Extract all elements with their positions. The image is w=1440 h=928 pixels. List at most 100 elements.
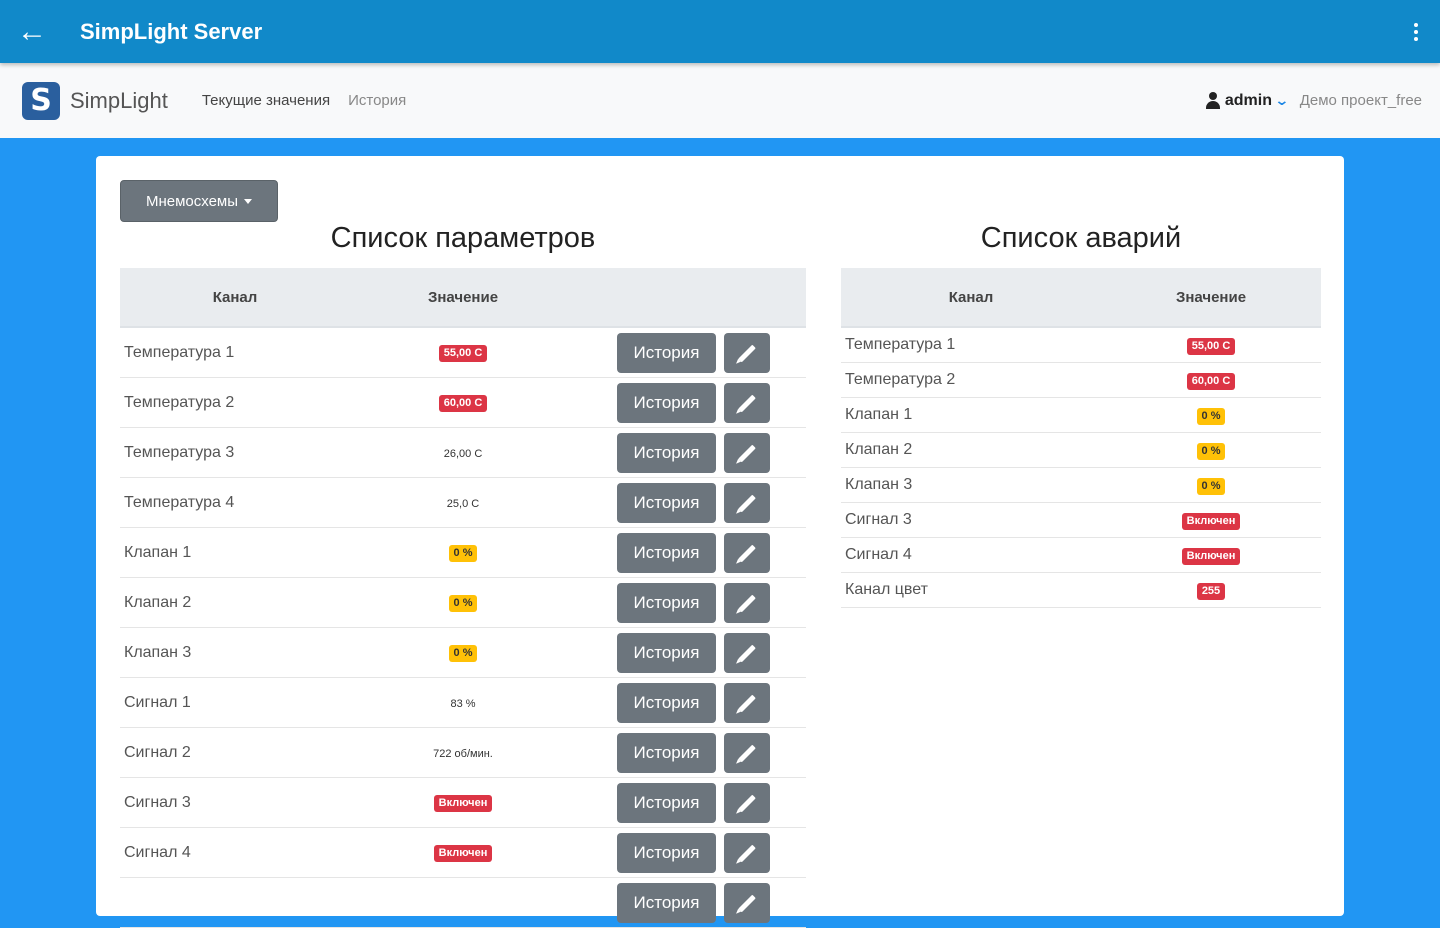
table-row: Температура 3 26,00 С История — [120, 427, 806, 478]
project-name[interactable]: Демо проект_free — [1300, 92, 1422, 109]
row-actions: История — [576, 377, 806, 428]
channel-name: Клапан 1 — [120, 527, 350, 578]
navbar: S SimpLight Текущие значения История adm… — [0, 63, 1440, 138]
params-header-actions — [576, 268, 806, 328]
more-vert-icon[interactable] — [1402, 14, 1430, 50]
channel-name: Сигнал 3 — [841, 502, 1101, 538]
content-panel: Мнемосхемы Список параметров Список авар… — [96, 156, 1344, 928]
alarms-value-cell: 0 % — [1101, 397, 1321, 433]
caret-down-icon — [244, 198, 253, 204]
user-dropdown[interactable]: admin ⌄ — [1205, 91, 1289, 110]
channel-name: Клапан 2 — [120, 577, 350, 628]
alarms-value-cell: 0 % — [1101, 432, 1321, 468]
history-button[interactable]: История — [617, 632, 716, 673]
table-row: Температура 2 60,00 С История — [120, 377, 806, 428]
edit-button[interactable] — [724, 832, 770, 873]
row-actions: История — [576, 777, 806, 828]
edit-button[interactable] — [724, 882, 770, 923]
channel-name: Сигнал 4 — [841, 537, 1101, 573]
alarms-value-cell: 255 — [1101, 572, 1321, 608]
edit-button[interactable] — [724, 732, 770, 773]
params-value-cell: 25,0 С — [350, 477, 576, 528]
params-header-channel: Канал — [120, 268, 350, 328]
history-button[interactable]: История — [617, 882, 716, 923]
value-badge: 0 % — [448, 545, 478, 562]
value-badge: 255 — [1196, 582, 1226, 600]
params-value-cell: 0 % — [350, 627, 576, 678]
edit-button[interactable] — [724, 632, 770, 673]
history-button[interactable]: История — [617, 782, 716, 823]
params-value-cell: Включен — [350, 777, 576, 828]
table-row: Клапан 2 0 % — [841, 432, 1321, 468]
mnemo-dropdown-button[interactable]: Мнемосхемы — [120, 180, 278, 222]
channel-name: Клапан 3 — [120, 627, 350, 678]
row-actions: История — [576, 627, 806, 678]
params-value-cell: 60,00 С — [350, 377, 576, 428]
channel-name: Температура 1 — [841, 327, 1101, 363]
table-row: Температура 2 60,00 С — [841, 362, 1321, 398]
value-text: 25,0 С — [446, 497, 480, 510]
edit-button[interactable] — [724, 332, 770, 373]
table-row: Температура 4 25,0 С История — [120, 477, 806, 528]
pencil-icon — [738, 744, 756, 762]
nav-history[interactable]: История — [348, 92, 406, 109]
params-title: Список параметров — [330, 222, 596, 254]
edit-button[interactable] — [724, 482, 770, 523]
channel-name: Температура 1 — [120, 327, 350, 378]
history-button[interactable]: История — [617, 832, 716, 873]
value-badge: 0 % — [1196, 477, 1226, 495]
row-actions: История — [576, 677, 806, 728]
row-actions: История — [576, 427, 806, 478]
params-value-cell: 0 % — [350, 577, 576, 628]
brand[interactable]: S SimpLight — [22, 81, 168, 120]
table-row: Клапан 2 0 % История — [120, 577, 806, 628]
table-row: Сигнал 1 83 % История — [120, 677, 806, 728]
history-button[interactable]: История — [617, 432, 716, 473]
edit-button[interactable] — [724, 532, 770, 573]
alarms-header-value: Значение — [1101, 268, 1321, 328]
history-button[interactable]: История — [617, 532, 716, 573]
table-row: Клапан 1 0 % История — [120, 527, 806, 578]
alarms-value-cell: 0 % — [1101, 467, 1321, 503]
user-icon — [1205, 91, 1221, 110]
value-badge: 60,00 С — [438, 395, 488, 412]
history-button[interactable]: История — [617, 482, 716, 523]
simplight-logo-icon: S — [22, 81, 60, 120]
edit-button[interactable] — [724, 682, 770, 723]
edit-button[interactable] — [724, 432, 770, 473]
row-actions: История — [576, 527, 806, 578]
pencil-icon — [738, 694, 756, 712]
edit-button[interactable] — [724, 782, 770, 823]
value-badge: 0 % — [1196, 407, 1226, 425]
back-arrow-icon[interactable]: ← — [0, 0, 64, 63]
alarms-value-cell: 55,00 С — [1101, 327, 1321, 363]
pencil-icon — [738, 594, 756, 612]
nav-current-values[interactable]: Текущие значения — [202, 92, 330, 109]
value-badge: 55,00 С — [1186, 337, 1236, 355]
edit-button[interactable] — [724, 582, 770, 623]
table-row: Клапан 1 0 % — [841, 397, 1321, 433]
params-value-cell: Включен — [350, 827, 576, 878]
pencil-icon — [738, 844, 756, 862]
history-button[interactable]: История — [617, 582, 716, 623]
history-button[interactable]: История — [617, 332, 716, 373]
channel-name: Температура 2 — [841, 362, 1101, 398]
table-row: Сигнал 2 722 об/мин. История — [120, 727, 806, 778]
table-row: Сигнал 4 Включен История — [120, 827, 806, 878]
alarms-value-cell: Включен — [1101, 537, 1321, 573]
pencil-icon — [738, 344, 756, 362]
row-actions: История — [576, 877, 806, 928]
history-button[interactable]: История — [617, 682, 716, 723]
history-button[interactable]: История — [617, 732, 716, 773]
channel-name: Сигнал 3 — [120, 777, 350, 828]
channel-name: Температура 4 — [120, 477, 350, 528]
channel-name: Клапан 3 — [841, 467, 1101, 503]
row-actions: История — [576, 577, 806, 628]
value-badge: 0 % — [448, 645, 478, 662]
app-title: SimpLight Server — [80, 18, 263, 44]
edit-button[interactable] — [724, 382, 770, 423]
params-value-cell: 26,00 С — [350, 427, 576, 478]
history-button[interactable]: История — [617, 382, 716, 423]
params-value-cell — [350, 877, 576, 928]
value-badge: 0 % — [1196, 442, 1226, 460]
